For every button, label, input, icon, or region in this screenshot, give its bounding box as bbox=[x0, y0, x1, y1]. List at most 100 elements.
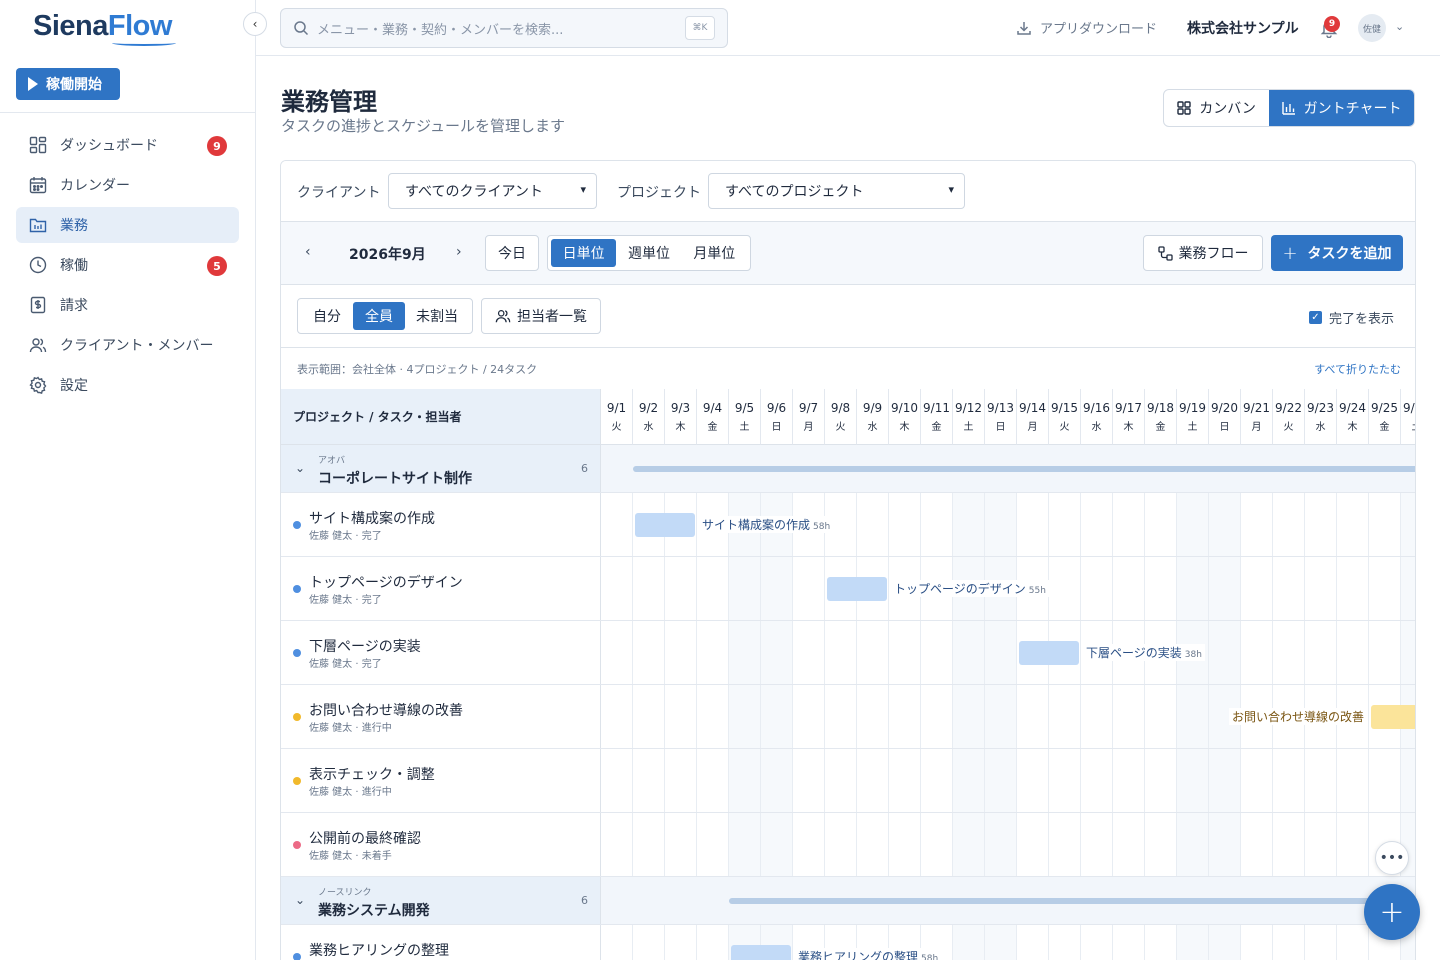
project-summary-bar[interactable] bbox=[633, 466, 1415, 472]
day-of-week: 木 bbox=[675, 422, 686, 433]
task-hours: 55h bbox=[1028, 586, 1046, 596]
day-header: 9/20 日 bbox=[1209, 389, 1241, 445]
sidebar-nav: ダッシュボード 9 カレンダー 業務 稼働 5 請求 クライアント・メンバー 設… bbox=[16, 127, 239, 407]
show-done-label[interactable]: 完了を表示 bbox=[1329, 308, 1394, 327]
more-options-button[interactable]: ••• bbox=[1375, 841, 1409, 875]
task-bar[interactable] bbox=[731, 945, 791, 960]
task-cell: サイト構成案の作成 佐藤 健太 · 完了 bbox=[281, 493, 601, 556]
task-row[interactable]: 下層ページの実装 佐藤 健太 · 完了 下層ページの実装 38h bbox=[281, 621, 1415, 685]
gear-icon bbox=[28, 375, 48, 395]
day-number: 9/6 bbox=[766, 401, 787, 415]
search-input[interactable]: メニュー・業務・契約・メンバーを検索... ⌘K bbox=[280, 8, 728, 48]
task-name[interactable]: 業務ヒアリングの整理 bbox=[309, 940, 449, 960]
show-done-checkbox[interactable]: ✓ bbox=[1309, 311, 1322, 324]
task-bar[interactable] bbox=[1019, 641, 1079, 665]
day-of-week: 金 bbox=[707, 422, 718, 433]
app-download-link[interactable]: アプリダウンロード bbox=[1016, 18, 1157, 37]
day-header: 9/13 日 bbox=[985, 389, 1017, 445]
chevron-down-icon[interactable]: ⌄ bbox=[295, 461, 305, 475]
day-number: 9/17 bbox=[1115, 401, 1142, 415]
sidebar-item-dashboard[interactable]: ダッシュボード 9 bbox=[16, 127, 239, 163]
task-name[interactable]: 下層ページの実装 bbox=[309, 636, 421, 656]
sidebar-item-calendar[interactable]: カレンダー bbox=[16, 167, 239, 203]
task-bar[interactable] bbox=[1371, 705, 1415, 729]
day-of-week: 金 bbox=[1379, 422, 1390, 433]
task-row[interactable]: 業務ヒアリングの整理 業務ヒアリングの整理 58h bbox=[281, 925, 1415, 960]
task-row[interactable]: サイト構成案の作成 佐藤 健太 · 完了 サイト構成案の作成 58h bbox=[281, 493, 1415, 557]
next-month-button[interactable]: › bbox=[456, 244, 462, 260]
project-client: ノースリンク bbox=[318, 888, 372, 898]
task-name[interactable]: サイト構成案の作成 bbox=[309, 508, 435, 528]
project-group-row[interactable]: ⌄ アオバ コーポレートサイト制作 6 bbox=[281, 445, 1415, 493]
project-group-cell: ⌄ ノースリンク 業務システム開発 6 bbox=[281, 877, 601, 924]
project-group-row[interactable]: ⌄ ノースリンク 業務システム開発 6 bbox=[281, 877, 1415, 925]
brand-logo[interactable]: SienaFlow bbox=[33, 10, 172, 43]
scope-all-label: 全員 bbox=[365, 309, 393, 325]
top-bar: メニュー・業務・契約・メンバーを検索... ⌘K アプリダウンロード 株式会社サ… bbox=[256, 0, 1440, 56]
floating-add-button[interactable]: + bbox=[1364, 884, 1420, 940]
sidebar-item-worklog[interactable]: 稼働 5 bbox=[16, 247, 239, 283]
start-work-button[interactable]: 稼働開始 bbox=[16, 68, 120, 100]
project-summary-bar[interactable] bbox=[729, 898, 1409, 904]
grid-icon bbox=[1177, 101, 1191, 115]
view-kanban-button[interactable]: カンバン bbox=[1164, 90, 1269, 126]
task-row[interactable]: お問い合わせ導線の改善 佐藤 健太 · 進行中 お問い合わせ導線の改善 bbox=[281, 685, 1415, 749]
company-name[interactable]: 株式会社サンプル bbox=[1187, 18, 1299, 38]
scale-day-button[interactable]: 日単位 bbox=[551, 239, 617, 267]
task-row[interactable]: 公開前の最終確認 佐藤 健太 · 未着手 bbox=[281, 813, 1415, 877]
day-number: 9/21 bbox=[1243, 401, 1270, 415]
chevron-down-icon[interactable]: ⌄ bbox=[295, 893, 305, 907]
scale-week-button[interactable]: 週単位 bbox=[616, 239, 681, 267]
sidebar-item-label: 業務 bbox=[60, 218, 88, 234]
day-number: 9/26 bbox=[1403, 401, 1415, 415]
sidebar-collapse-button[interactable]: ‹ bbox=[243, 12, 267, 36]
task-name[interactable]: お問い合わせ導線の改善 bbox=[309, 700, 463, 720]
task-bar-name: トップページのデザイン bbox=[894, 582, 1026, 596]
day-of-week: 火 bbox=[835, 422, 846, 433]
project-client: アオバ bbox=[318, 456, 346, 466]
task-bar-label: お問い合わせ導線の改善 bbox=[1228, 708, 1367, 725]
day-header: 9/26 土 bbox=[1401, 389, 1415, 445]
day-header: 9/15 火 bbox=[1049, 389, 1081, 445]
task-name[interactable]: 表示チェック・調整 bbox=[309, 764, 435, 784]
task-row[interactable]: 表示チェック・調整 佐藤 健太 · 進行中 bbox=[281, 749, 1415, 813]
workflow-button[interactable]: 業務フロー bbox=[1143, 235, 1263, 271]
assignee-list-button[interactable]: 担当者一覧 bbox=[481, 298, 601, 334]
app-download-label: アプリダウンロード bbox=[1040, 22, 1158, 37]
task-bar[interactable] bbox=[635, 513, 695, 537]
view-gantt-button[interactable]: ガントチャート bbox=[1269, 90, 1414, 126]
day-of-week: 火 bbox=[1059, 422, 1070, 433]
scope-unassigned-button[interactable]: 未割当 bbox=[405, 302, 469, 330]
chevron-down-icon[interactable]: ⌄ bbox=[1395, 20, 1404, 33]
sidebar-item-invoice[interactable]: 請求 bbox=[16, 287, 239, 323]
avatar[interactable]: 佐健 bbox=[1358, 14, 1386, 42]
prev-month-button[interactable]: ‹ bbox=[305, 244, 311, 260]
task-name[interactable]: トップページのデザイン bbox=[309, 572, 463, 592]
status-dot bbox=[293, 953, 301, 960]
scale-month-button[interactable]: 月単位 bbox=[682, 239, 747, 267]
assignee-list-label: 担当者一覧 bbox=[517, 309, 587, 325]
add-task-button[interactable]: + タスクを追加 bbox=[1271, 235, 1403, 271]
task-row[interactable]: トップページのデザイン 佐藤 健太 · 完了 トップページのデザイン 55h bbox=[281, 557, 1415, 621]
task-bar[interactable] bbox=[827, 577, 887, 601]
day-of-week: 金 bbox=[931, 422, 942, 433]
search-placeholder: メニュー・業務・契約・メンバーを検索... bbox=[317, 22, 564, 38]
view-toggle: カンバン ガントチャート bbox=[1163, 89, 1415, 127]
day-number: 9/1 bbox=[606, 401, 627, 415]
sidebar-item-settings[interactable]: 設定 bbox=[16, 367, 239, 403]
client-select[interactable]: すべてのクライアント ▾ bbox=[388, 173, 597, 209]
collapse-all-link[interactable]: すべて折りたたむ bbox=[1314, 361, 1401, 377]
project-title: コーポレートサイト制作 bbox=[318, 471, 472, 487]
scope-mine-button[interactable]: 自分 bbox=[301, 302, 353, 330]
sidebar-item-clients-members[interactable]: クライアント・メンバー bbox=[16, 327, 239, 363]
project-select[interactable]: すべてのプロジェクト ▾ bbox=[708, 173, 965, 209]
sidebar-item-label: カレンダー bbox=[60, 178, 130, 194]
sidebar-item-tasks[interactable]: 業務 bbox=[16, 207, 239, 243]
task-name[interactable]: 公開前の最終確認 bbox=[309, 828, 421, 848]
day-of-week: 水 bbox=[867, 422, 878, 433]
today-button[interactable]: 今日 bbox=[485, 235, 539, 271]
filter-row: クライアント すべてのクライアント ▾ プロジェクト すべてのプロジェクト ▾ bbox=[281, 161, 1415, 222]
day-number: 9/2 bbox=[638, 401, 659, 415]
day-number: 9/15 bbox=[1051, 401, 1078, 415]
scope-all-button[interactable]: 全員 bbox=[353, 302, 405, 330]
